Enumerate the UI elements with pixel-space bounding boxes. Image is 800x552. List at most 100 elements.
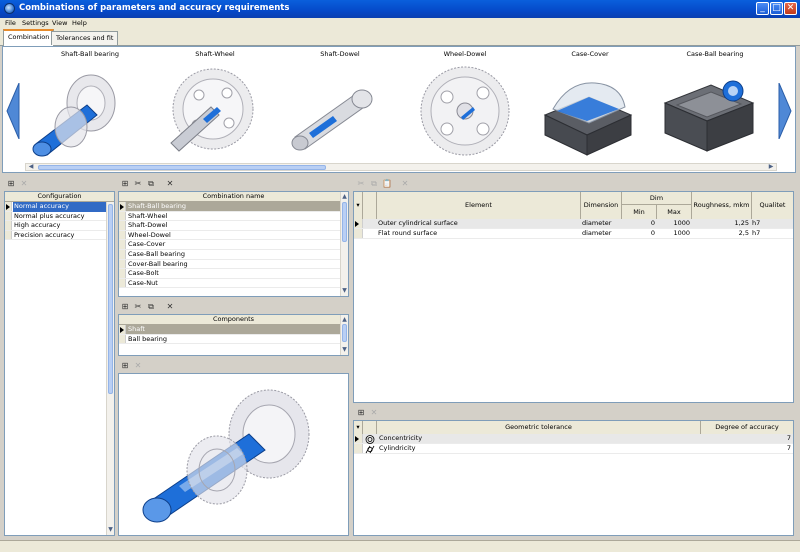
- components-row[interactable]: Ball bearing: [119, 334, 340, 345]
- element-min-cell[interactable]: 0: [622, 219, 655, 229]
- element-min-cell[interactable]: 0: [622, 229, 655, 239]
- case-cover-thumbnail[interactable]: [539, 63, 635, 159]
- min-column-header[interactable]: Min: [622, 205, 657, 219]
- add-row-icon[interactable]: ⊞: [356, 408, 366, 418]
- configuration-scroll-thumb[interactable]: [108, 204, 113, 394]
- element-max-cell[interactable]: 1000: [657, 229, 690, 239]
- menu-help[interactable]: Help: [72, 18, 87, 28]
- degree-column-header[interactable]: Degree of accuracy: [701, 421, 793, 434]
- combinations-row[interactable]: Wheel-Dowel: [119, 230, 340, 241]
- roughness-column-header[interactable]: Roughness, mkm: [692, 192, 752, 219]
- element-qualitet-cell[interactable]: h7: [752, 229, 792, 239]
- delete-icon[interactable]: ✕: [400, 179, 410, 189]
- add-row-icon[interactable]: ⊞: [120, 302, 130, 312]
- combinations-row[interactable]: Cover-Ball bearing: [119, 259, 340, 270]
- gallery-scroll-thumb[interactable]: [38, 165, 326, 170]
- combinations-row[interactable]: Case-Bolt: [119, 269, 340, 279]
- combinations-row[interactable]: Case-Cover: [119, 240, 340, 250]
- delete-icon[interactable]: ✕: [133, 361, 143, 371]
- row-indicator[interactable]: [119, 230, 126, 240]
- shaft-dowel-thumbnail[interactable]: [287, 63, 383, 159]
- element-element-cell[interactable]: Flat round surface: [378, 229, 578, 239]
- degree-of-accuracy-cell[interactable]: 7: [703, 434, 791, 444]
- element-row[interactable]: Outer cylindrical surface diameter 0 1000 1,…: [354, 219, 793, 229]
- row-indicator[interactable]: [119, 259, 126, 269]
- configuration-row[interactable]: Precision accuracy: [5, 230, 106, 241]
- filter-icon[interactable]: ▾: [354, 192, 363, 219]
- row-indicator[interactable]: [354, 229, 363, 238]
- shaft-ball-bearing-thumbnail[interactable]: [27, 63, 123, 159]
- configuration-row[interactable]: High accuracy: [5, 221, 106, 231]
- element-column-header[interactable]: Element: [377, 192, 581, 219]
- row-indicator[interactable]: [354, 444, 363, 453]
- filter-icon[interactable]: ▾: [354, 421, 363, 434]
- element-roughness-cell[interactable]: 1,25: [692, 219, 749, 229]
- components-row[interactable]: Shaft: [119, 325, 340, 335]
- scroll-down-icon[interactable]: ▼: [341, 287, 348, 294]
- element-dimension-cell[interactable]: diameter: [582, 219, 622, 229]
- row-indicator[interactable]: [119, 278, 126, 288]
- geometric-tolerance-name-cell[interactable]: Concentricity: [379, 434, 699, 444]
- element-qualitet-cell[interactable]: h7: [752, 219, 792, 229]
- add-row-icon[interactable]: ⊞: [120, 361, 130, 371]
- row-indicator[interactable]: [119, 202, 126, 211]
- element-row[interactable]: Flat round surface diameter 0 1000 2,5 h7: [354, 229, 793, 239]
- max-column-header[interactable]: Max: [657, 205, 692, 219]
- menu-view[interactable]: View: [52, 18, 67, 28]
- row-indicator[interactable]: [119, 269, 126, 278]
- cut-icon[interactable]: ✂: [133, 179, 143, 189]
- minimize-button[interactable]: _: [756, 2, 769, 15]
- scroll-up-icon[interactable]: ▲: [341, 193, 348, 200]
- combinations-row[interactable]: Shaft-Dowel: [119, 221, 340, 231]
- components-scrollbar[interactable]: ▲ ▼: [340, 315, 348, 355]
- configuration-scrollbar[interactable]: ▼: [106, 202, 114, 535]
- add-row-icon[interactable]: ⊞: [120, 179, 130, 189]
- row-indicator[interactable]: [119, 221, 126, 230]
- geometric-tolerance-name-cell[interactable]: Cylindricity: [379, 444, 699, 454]
- menu-file[interactable]: File: [5, 18, 16, 28]
- gallery-next-arrow[interactable]: [778, 83, 792, 139]
- delete-icon[interactable]: ✕: [19, 179, 29, 189]
- combination-scrollbar[interactable]: ▲ ▼: [340, 192, 348, 296]
- combinations-row[interactable]: Case-Nut: [119, 278, 340, 289]
- gallery-prev-arrow[interactable]: [6, 83, 20, 139]
- combination-scroll-thumb[interactable]: [342, 202, 347, 242]
- gallery-horizontal-scrollbar[interactable]: ◀ ▶: [25, 163, 777, 171]
- geometric-tolerance-column-header[interactable]: Geometric tolerance: [377, 421, 701, 434]
- delete-icon[interactable]: ✕: [369, 408, 379, 418]
- geometric-tolerance-row[interactable]: Cylindricity 7: [354, 444, 793, 454]
- delete-icon[interactable]: ✕: [165, 302, 175, 312]
- shaft-wheel-thumbnail[interactable]: [163, 63, 259, 159]
- cut-icon[interactable]: ✂: [133, 302, 143, 312]
- copy-icon[interactable]: ⧉: [146, 179, 156, 189]
- element-dimension-cell[interactable]: diameter: [582, 229, 622, 239]
- element-roughness-cell[interactable]: 2,5: [692, 229, 749, 239]
- scroll-down-icon[interactable]: ▼: [107, 526, 114, 533]
- degree-of-accuracy-cell[interactable]: 7: [703, 444, 791, 454]
- scroll-left-icon[interactable]: ◀: [27, 163, 35, 171]
- tab-tolerances-and-fit[interactable]: Tolerances and fit: [51, 31, 119, 45]
- row-indicator[interactable]: [119, 334, 126, 344]
- scroll-down-icon[interactable]: ▼: [341, 346, 348, 353]
- close-button[interactable]: ✕: [784, 2, 797, 15]
- components-scroll-thumb[interactable]: [342, 324, 347, 342]
- row-indicator[interactable]: [119, 211, 126, 221]
- configuration-row[interactable]: Normal plus accuracy: [5, 211, 106, 222]
- row-indicator[interactable]: [5, 221, 12, 230]
- delete-icon[interactable]: ✕: [165, 179, 175, 189]
- geometric-tolerance-row[interactable]: Concentricity 7: [354, 434, 793, 444]
- add-row-icon[interactable]: ⊞: [6, 179, 16, 189]
- case-ball-bearing-thumbnail[interactable]: [661, 63, 757, 159]
- copy-icon[interactable]: ⧉: [146, 302, 156, 312]
- dimension-column-header[interactable]: Dimension: [581, 192, 622, 219]
- wheel-dowel-thumbnail[interactable]: [417, 63, 513, 159]
- maximize-button[interactable]: □: [770, 2, 783, 15]
- copy-icon[interactable]: ⧉: [369, 179, 379, 189]
- configuration-row[interactable]: Normal accuracy: [5, 202, 106, 212]
- row-indicator[interactable]: [5, 202, 12, 211]
- combinations-row[interactable]: Case-Ball bearing: [119, 249, 340, 260]
- qualitet-column-header[interactable]: Qualitet: [752, 192, 793, 219]
- menu-settings[interactable]: Settings: [22, 18, 49, 28]
- row-indicator[interactable]: [5, 230, 12, 240]
- scroll-up-icon[interactable]: ▲: [341, 316, 348, 323]
